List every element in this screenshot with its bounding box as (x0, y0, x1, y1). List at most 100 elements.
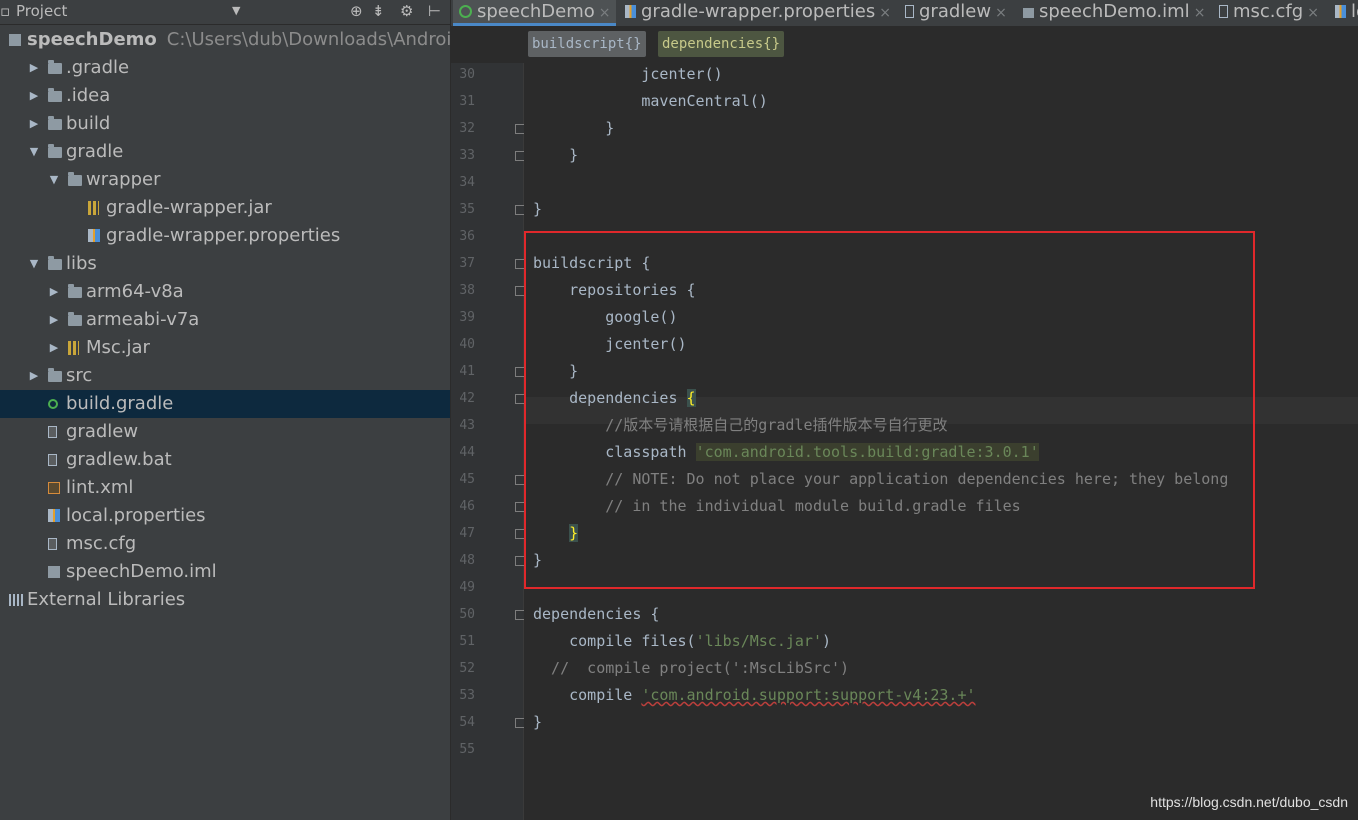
target-icon[interactable]: ⊕ (350, 0, 363, 22)
tree-item-lint-xml[interactable]: lint.xml (0, 474, 450, 502)
project-panel: ▫ Project ▼ ⊕ ⇟ ⚙ ⊢ speechDemo C:\Users\d… (0, 0, 451, 820)
close-icon[interactable]: × (879, 5, 891, 21)
panel-title[interactable]: Project (16, 0, 67, 22)
tab-label: gradle-wrapper.properties (641, 1, 876, 22)
code-line[interactable]: compile files('libs/Msc.jar') (533, 628, 831, 655)
editor-gutter[interactable]: 30 31 32 33 34 35 36 37 38 39 40 41 42 43 44 45 46 47 48 49… (451, 63, 526, 820)
chevron-down-icon[interactable]: ▼ (27, 138, 41, 166)
code-line[interactable]: google() (533, 304, 677, 331)
code-line[interactable]: } (533, 196, 542, 223)
tab-gradlew[interactable]: gradlew × (899, 0, 1013, 26)
code-line[interactable]: dependencies { (533, 601, 659, 628)
folder-icon (68, 312, 82, 326)
tree-item-gradle-wrapper-jar[interactable]: gradle-wrapper.jar (0, 194, 450, 222)
tree-item-gradle[interactable]: ▼ gradle (0, 138, 450, 166)
line-number: 50 (459, 607, 475, 622)
tree-item-msc-jar[interactable]: ▶ Msc.jar (0, 334, 450, 362)
tree-item-local-properties[interactable]: local.properties (0, 502, 450, 530)
properties-icon (625, 5, 636, 18)
tree-item-arm64-v8a[interactable]: ▶ arm64-v8a (0, 278, 450, 306)
code-line[interactable]: // compile project(':MscLibSrc') (533, 655, 849, 682)
tree-item-external-libraries[interactable]: External Libraries (0, 586, 450, 614)
tree-item-idea[interactable]: ▶ .idea (0, 82, 450, 110)
chevron-right-icon[interactable]: ▶ (47, 278, 61, 306)
tree-item-msc-cfg[interactable]: msc.cfg (0, 530, 450, 558)
code-token: //版本号请根据自己的gradle插件版本号自行更改 (533, 416, 948, 434)
tab-gradle-wrapper-properties[interactable]: gradle-wrapper.properties × (619, 0, 897, 26)
code-token: ) (822, 632, 832, 650)
tab-msc-cfg[interactable]: msc.cfg × (1213, 0, 1325, 26)
tree-item-build[interactable]: ▶ build (0, 110, 450, 138)
code-line[interactable]: repositories { (533, 277, 696, 304)
pin-icon[interactable]: ⊢ (428, 0, 441, 22)
gear-icon[interactable]: ⚙ (400, 0, 413, 22)
line-number: 41 (459, 364, 475, 379)
close-icon[interactable]: × (599, 5, 611, 21)
code-line[interactable]: compile 'com.android.support:support-v4:… (533, 682, 975, 709)
code-line[interactable]: } (533, 709, 542, 736)
code-line[interactable]: } (533, 142, 578, 169)
folder-icon (68, 284, 82, 298)
line-number: 45 (459, 472, 475, 487)
code-line[interactable]: mavenCentral() (533, 88, 767, 115)
chevron-right-icon[interactable]: ▶ (27, 362, 41, 390)
module-icon (9, 34, 21, 46)
tree-item-gradle[interactable]: ▶ .gradle (0, 54, 450, 82)
tree-item-speechdemo[interactable]: speechDemo C:\Users\dub\Downloads\Android… (0, 26, 450, 54)
code-line[interactable]: buildscript { (533, 250, 650, 277)
tab-lo[interactable]: lo (1329, 0, 1358, 26)
breadcrumb-dependencies[interactable]: dependencies{} (658, 31, 785, 57)
chevron-right-icon[interactable]: ▶ (27, 110, 41, 138)
line-number: 48 (459, 553, 475, 568)
code-line[interactable]: } (533, 520, 579, 547)
tree-item-gradle-wrapper-properties[interactable]: gradle-wrapper.properties (0, 222, 450, 250)
chevron-down-icon[interactable]: ▼ (27, 250, 41, 278)
collapse-icon[interactable]: ⇟ (372, 0, 385, 22)
code-line[interactable]: jcenter() (533, 331, 686, 358)
tab-speechdemo[interactable]: speechDemo × (453, 0, 617, 26)
tree-item-gradlew[interactable]: gradlew (0, 418, 450, 446)
code-token: repositories { (533, 281, 696, 299)
tab-speechdemo-iml[interactable]: speechDemo.iml × (1017, 0, 1211, 26)
chevron-down-icon[interactable]: ▼ (47, 166, 61, 194)
tree-item-build-gradle[interactable]: build.gradle (0, 390, 450, 418)
code-token: } (533, 200, 543, 218)
code-line[interactable]: } (533, 358, 578, 385)
breadcrumb-buildscript[interactable]: buildscript{} (528, 31, 646, 57)
view-dropdown-chevron-icon[interactable]: ▼ (232, 0, 240, 22)
close-icon[interactable]: × (995, 5, 1007, 21)
code-token: } (533, 119, 615, 137)
tree-item-src[interactable]: ▶ src (0, 362, 450, 390)
code-line[interactable]: dependencies { (533, 385, 696, 412)
code-line[interactable]: //版本号请根据自己的gradle插件版本号自行更改 (533, 412, 948, 439)
tree-item-wrapper[interactable]: ▼ wrapper (0, 166, 450, 194)
code-line[interactable]: } (533, 115, 614, 142)
close-icon[interactable]: × (1194, 5, 1206, 21)
code-line[interactable]: jcenter() (533, 61, 722, 88)
chevron-right-icon[interactable]: ▶ (27, 54, 41, 82)
file-icon (48, 538, 57, 550)
chevron-right-icon[interactable]: ▶ (47, 334, 61, 362)
tree-item-armeabi-v7a[interactable]: ▶ armeabi-v7a (0, 306, 450, 334)
project-view-icon[interactable]: ▫ (0, 0, 10, 22)
code-editor[interactable]: jcenter() mavenCentral() } }} buildscript… (524, 63, 1358, 820)
chevron-right-icon[interactable]: ▶ (47, 306, 61, 334)
code-token: // compile project(':MscLibSrc') (533, 659, 850, 677)
tab-label: speechDemo.iml (1039, 1, 1190, 22)
properties-icon (88, 229, 100, 242)
code-token: } (533, 362, 579, 380)
code-line[interactable]: // NOTE: Do not place your application d… (533, 466, 1228, 493)
tree-item-libs[interactable]: ▼ libs (0, 250, 450, 278)
chevron-right-icon[interactable]: ▶ (27, 82, 41, 110)
tree-item-label: libs (66, 253, 97, 274)
code-line[interactable]: classpath 'com.android.tools.build:gradl… (533, 439, 1039, 466)
tree-item-speechdemo-iml[interactable]: speechDemo.iml (0, 558, 450, 586)
tree-item-label: armeabi-v7a (86, 309, 200, 330)
close-icon[interactable]: × (1307, 5, 1319, 21)
code-line[interactable]: } (533, 547, 542, 574)
tree-item-label: gradle-wrapper.jar (106, 197, 272, 218)
tree-item-gradlew-bat[interactable]: gradlew.bat (0, 446, 450, 474)
line-number: 52 (459, 661, 475, 676)
line-number: 44 (459, 445, 475, 460)
code-line[interactable]: // in the individual module build.gradle… (533, 493, 1020, 520)
